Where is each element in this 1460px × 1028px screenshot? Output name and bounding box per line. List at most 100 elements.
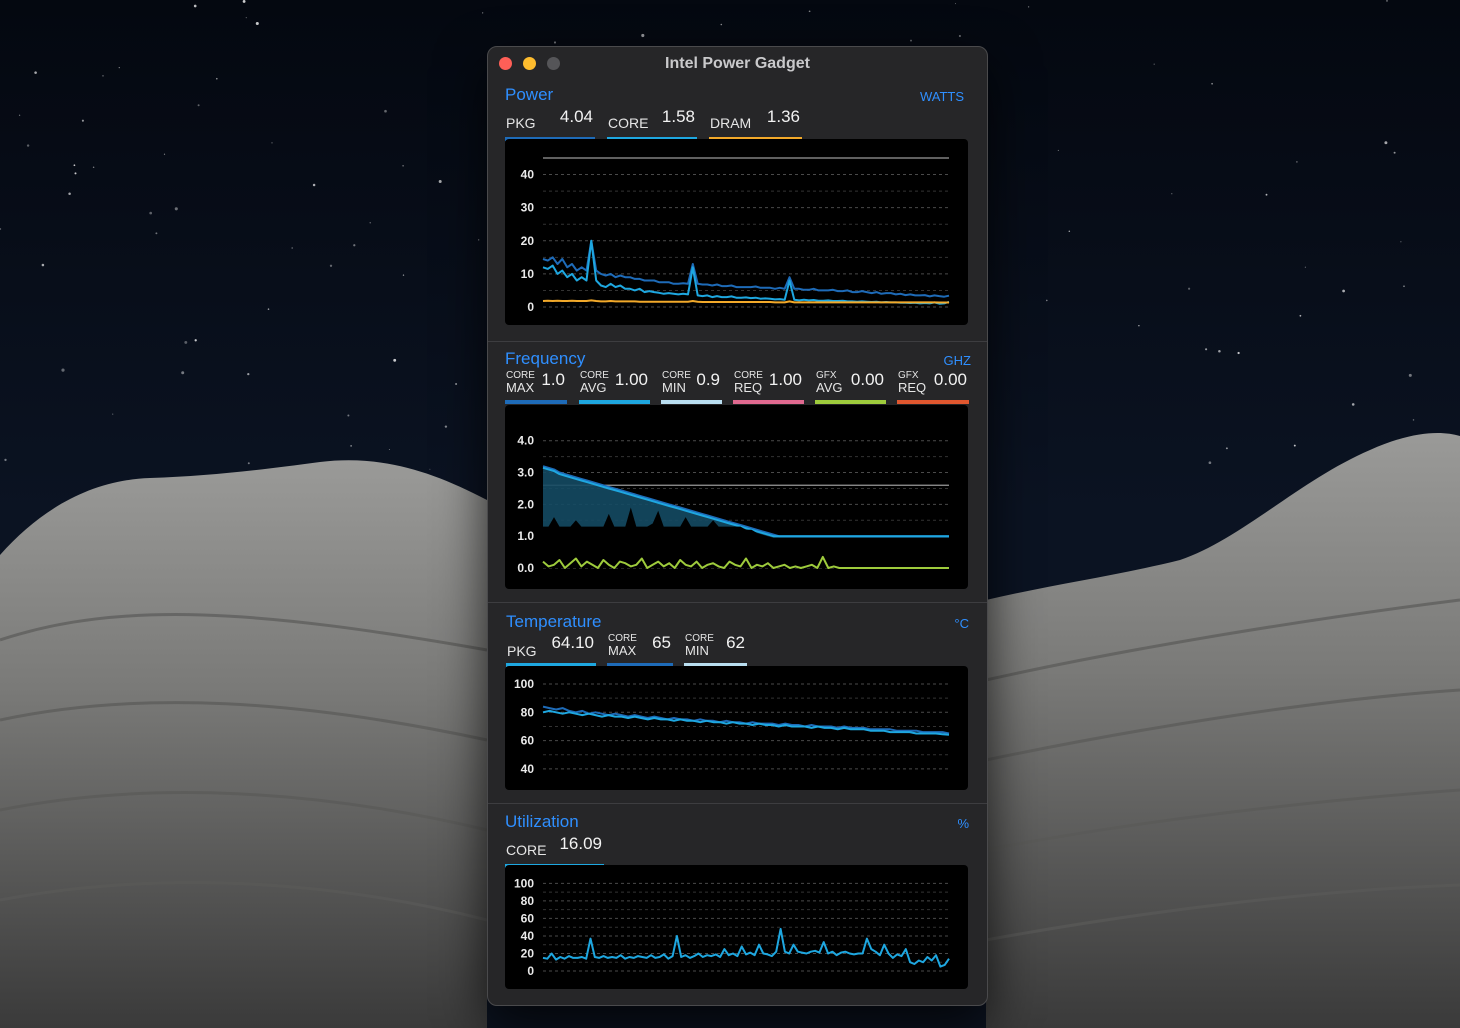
- y-tick-label: 60: [521, 911, 535, 925]
- freq-metric-core-min: CORE MIN 0.9: [661, 370, 722, 404]
- y-tick-label: 30: [521, 201, 535, 215]
- temp-metric-core-max: CORE MAX 65: [607, 633, 673, 667]
- metric-value: 16.09: [559, 834, 602, 853]
- metric-value: 1.0: [541, 370, 565, 389]
- metric-value: 4.04: [559, 107, 593, 126]
- star: [184, 340, 188, 344]
- star: [1304, 266, 1306, 268]
- power-chart: 0 10 20 30 40: [505, 139, 968, 325]
- freq-metric-gfx-avg: GFX AVG 0.00: [815, 370, 886, 404]
- star: [482, 12, 484, 14]
- star: [1211, 82, 1213, 85]
- metric-value: 0.9: [696, 370, 720, 389]
- star: [388, 448, 390, 451]
- star: [455, 382, 458, 386]
- metric-label: CORE AVG: [580, 370, 609, 395]
- metric-value: 1.00: [768, 370, 802, 389]
- metric-label: CORE REQ: [734, 370, 763, 395]
- y-tick-label: 4.0: [517, 434, 534, 448]
- metric-value: 64.10: [551, 633, 594, 652]
- star: [271, 142, 273, 144]
- star: [118, 66, 120, 69]
- star: [26, 144, 30, 147]
- star: [267, 308, 270, 310]
- star: [958, 34, 961, 38]
- metric-label: GFX AVG: [816, 370, 843, 395]
- y-tick-label: 1.0: [517, 529, 534, 543]
- star: [1225, 447, 1228, 450]
- window-title: Intel Power Gadget: [665, 55, 810, 72]
- y-tick-label: 10: [521, 267, 535, 281]
- metric-value: 0.00: [933, 370, 967, 389]
- metric-label: CORE MAX: [608, 633, 637, 658]
- star: [1188, 287, 1191, 290]
- y-tick-label: 20: [521, 234, 535, 248]
- star: [808, 10, 811, 13]
- temperature-chart: 40 60 80 100: [505, 666, 968, 790]
- metric-value: 1.36: [766, 107, 800, 126]
- star: [1393, 151, 1396, 154]
- util-metric-core: CORE 16.09: [505, 834, 604, 868]
- freq-metric-core-max: CORE MAX 1.0: [505, 370, 567, 404]
- section-divider: [488, 602, 987, 603]
- star: [163, 153, 166, 155]
- star: [61, 368, 65, 372]
- star: [553, 41, 557, 44]
- star: [1351, 403, 1355, 406]
- star: [1237, 351, 1240, 355]
- star: [384, 109, 387, 113]
- star: [1384, 141, 1388, 145]
- star: [429, 468, 431, 470]
- star: [242, 0, 246, 3]
- y-tick-label: 40: [521, 929, 535, 943]
- star: [1299, 314, 1302, 317]
- star: [1293, 444, 1296, 447]
- metric-value: 65: [652, 633, 671, 652]
- metric-color-bar: [579, 400, 650, 404]
- series-line-core: [542, 927, 950, 968]
- star: [1342, 289, 1345, 293]
- freq-metric-gfx-req: GFX REQ 0.00: [897, 370, 969, 404]
- metric-value: 0.00: [850, 370, 884, 389]
- star: [402, 274, 405, 276]
- star: [720, 23, 723, 26]
- star: [402, 164, 404, 167]
- star: [369, 222, 371, 224]
- star: [1400, 241, 1402, 243]
- star: [954, 3, 957, 5]
- star: [102, 75, 104, 77]
- temp-metric-pkg: PKG 64.10: [506, 633, 596, 667]
- star: [291, 247, 294, 249]
- star: [194, 339, 197, 342]
- star: [350, 445, 352, 447]
- y-tick-label: 0.0: [517, 561, 534, 575]
- y-tick-label: 0: [527, 964, 534, 978]
- star: [478, 239, 480, 241]
- temp-metric-core-min: CORE MIN 62: [684, 633, 747, 667]
- metric-color-bar: [661, 400, 722, 404]
- star: [1208, 461, 1212, 465]
- utilization-title: Utilization: [505, 812, 579, 831]
- y-tick-label: 40: [521, 762, 535, 776]
- frequency-unit: GHZ: [943, 353, 971, 368]
- y-tick-label: 2.0: [517, 497, 534, 511]
- y-tick-label: 100: [514, 677, 534, 691]
- metric-label: DRAM: [710, 115, 752, 131]
- power-title: Power: [505, 85, 554, 104]
- star: [1138, 324, 1140, 327]
- star: [34, 71, 37, 74]
- section-divider: [488, 341, 987, 342]
- star: [245, 17, 247, 19]
- star: [149, 211, 153, 215]
- star: [1171, 193, 1173, 195]
- title-bar[interactable]: Intel Power Gadget: [488, 47, 987, 81]
- intel-power-gadget-window: Intel Power Gadget Power WATTS PKG 4.04 …: [487, 46, 988, 1006]
- series-line-core-max: [542, 705, 950, 735]
- star: [112, 413, 114, 415]
- section-divider: [488, 803, 987, 804]
- star: [1218, 349, 1221, 353]
- metric-label: CORE MIN: [685, 633, 714, 658]
- y-tick-label: 100: [514, 876, 534, 890]
- y-tick-label: 60: [521, 734, 535, 748]
- star: [312, 183, 316, 187]
